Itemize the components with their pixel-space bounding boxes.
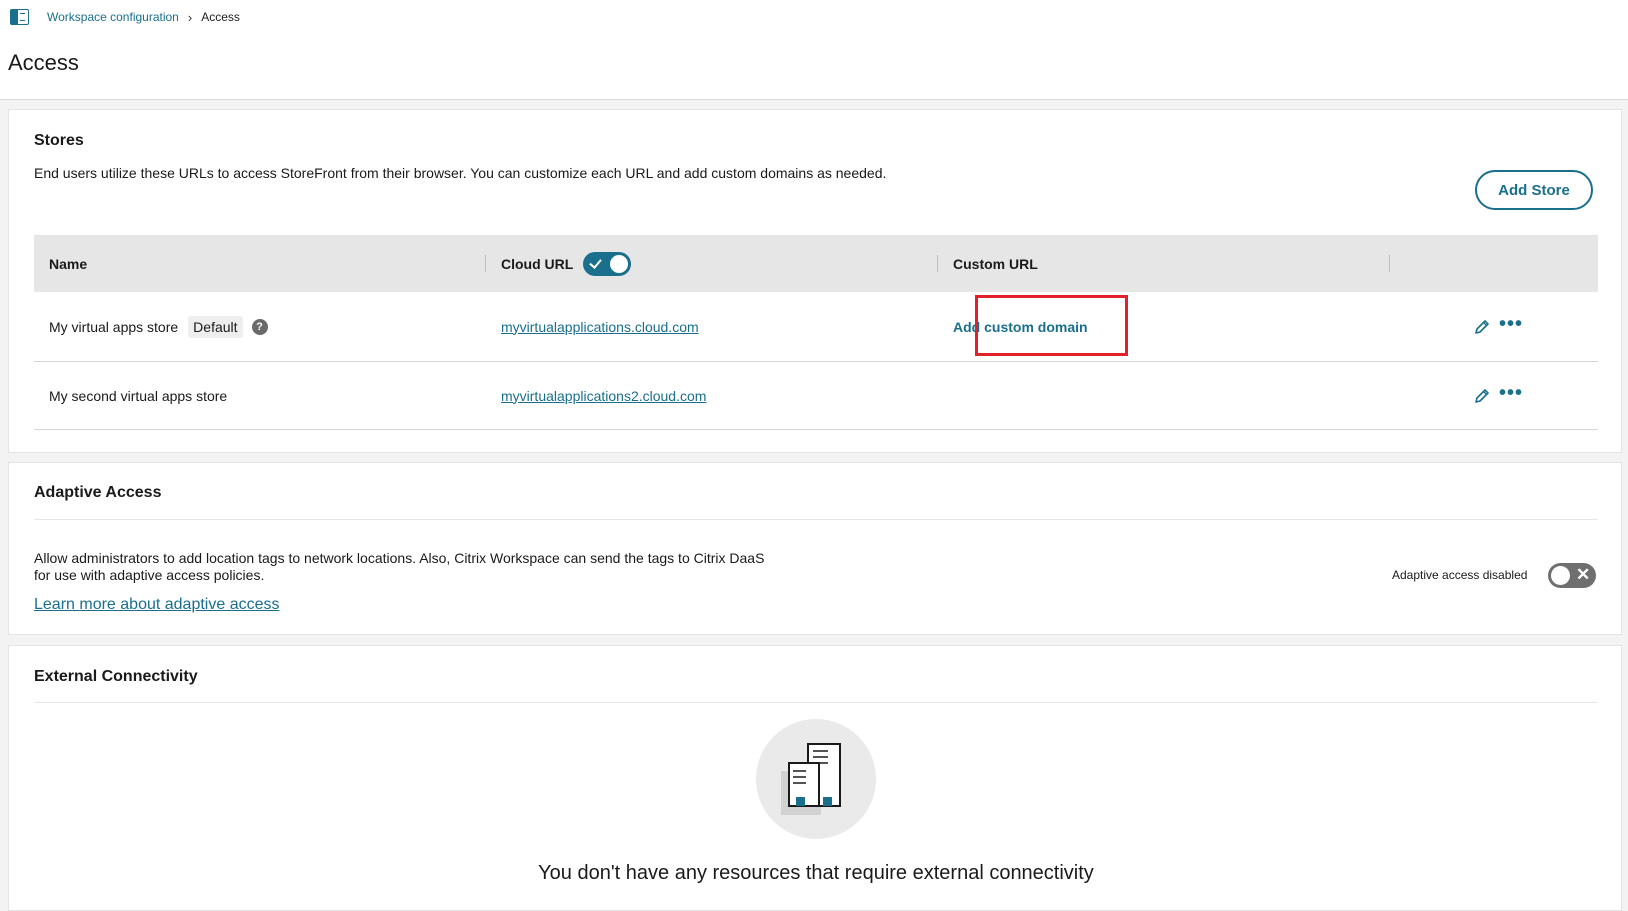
stores-card: Stores End users utilize these URLs to a… <box>8 109 1622 453</box>
divider <box>34 702 1598 703</box>
store-name-cell: My virtual apps store Default ? <box>49 292 268 361</box>
column-divider <box>485 255 486 272</box>
breadcrumb-separator: › <box>187 9 193 25</box>
adaptive-access-description-line: for use with adaptive access policies. <box>34 567 265 583</box>
top-bar: Workspace configuration › Access Access <box>0 0 1628 100</box>
pencil-icon[interactable] <box>1474 319 1490 335</box>
cloud-url-toggle[interactable] <box>583 251 632 276</box>
adaptive-access-description: Allow administrators to add location tag… <box>34 550 824 584</box>
server-building-icon <box>781 743 841 815</box>
store-name: My virtual apps store <box>49 318 179 335</box>
store-name: My second virtual apps store <box>49 387 228 404</box>
breadcrumb-current: Access <box>201 10 240 24</box>
cloud-url-link[interactable]: myvirtualapplications2.cloud.com <box>501 388 706 404</box>
adaptive-access-toggle[interactable]: ✕ <box>1548 563 1596 588</box>
store-name-cell: My second virtual apps store <box>49 362 227 429</box>
add-store-button[interactable]: Add Store <box>1475 170 1593 210</box>
default-badge: Default <box>188 315 243 338</box>
empty-state-illustration <box>756 719 876 839</box>
column-header-custom-url: Custom URL <box>953 255 1038 272</box>
column-header-cloud-url: Cloud URL <box>501 235 632 292</box>
cloud-url-link[interactable]: myvirtualapplications.cloud.com <box>501 319 699 335</box>
toggle-knob <box>1551 566 1570 585</box>
checkmark-icon <box>589 255 603 269</box>
close-icon: ✕ <box>1576 565 1591 584</box>
table-row: My virtual apps store Default ? myvirtua… <box>34 292 1598 362</box>
more-horizontal-icon[interactable]: ••• <box>1499 383 1523 403</box>
external-connectivity-card: External Connectivity You don't have any… <box>8 645 1622 911</box>
adaptive-access-card: Adaptive Access Allow administrators to … <box>8 462 1622 635</box>
stores-description: End users utilize these URLs to access S… <box>34 165 887 181</box>
pencil-icon[interactable] <box>1474 388 1490 404</box>
table-row: My second virtual apps store myvirtualap… <box>34 362 1598 430</box>
more-horizontal-icon[interactable]: ••• <box>1499 314 1523 334</box>
column-header-cloud-url-label: Cloud URL <box>501 255 574 272</box>
empty-state-message: You don't have any resources that requir… <box>538 862 1094 884</box>
learn-more-adaptive-access-link[interactable]: Learn more about adaptive access <box>34 596 279 614</box>
column-header-name: Name <box>49 255 88 272</box>
adaptive-access-description-line: Allow administrators to add location tag… <box>34 550 765 566</box>
page-title: Access <box>8 50 79 75</box>
breadcrumb-link-workspace-configuration[interactable]: Workspace configuration <box>47 10 179 24</box>
adaptive-access-title: Adaptive Access <box>34 484 162 501</box>
cloud-url-cell: myvirtualapplications2.cloud.com <box>501 362 706 429</box>
adaptive-access-status: Adaptive access disabled <box>1392 568 1528 582</box>
stores-title: Stores <box>34 132 84 149</box>
breadcrumb: Workspace configuration › Access <box>10 9 240 25</box>
external-connectivity-title: External Connectivity <box>34 668 198 685</box>
column-divider <box>937 255 938 272</box>
highlight-box <box>975 295 1128 356</box>
cloud-url-cell: myvirtualapplications.cloud.com <box>501 292 699 361</box>
toggle-knob <box>610 254 629 273</box>
sidebar-toggle-icon[interactable] <box>10 9 29 25</box>
divider <box>34 519 1598 520</box>
stores-table-header: Name Cloud URL Custom URL <box>34 235 1598 292</box>
question-mark-icon[interactable]: ? <box>251 318 268 335</box>
column-divider <box>1389 255 1390 272</box>
